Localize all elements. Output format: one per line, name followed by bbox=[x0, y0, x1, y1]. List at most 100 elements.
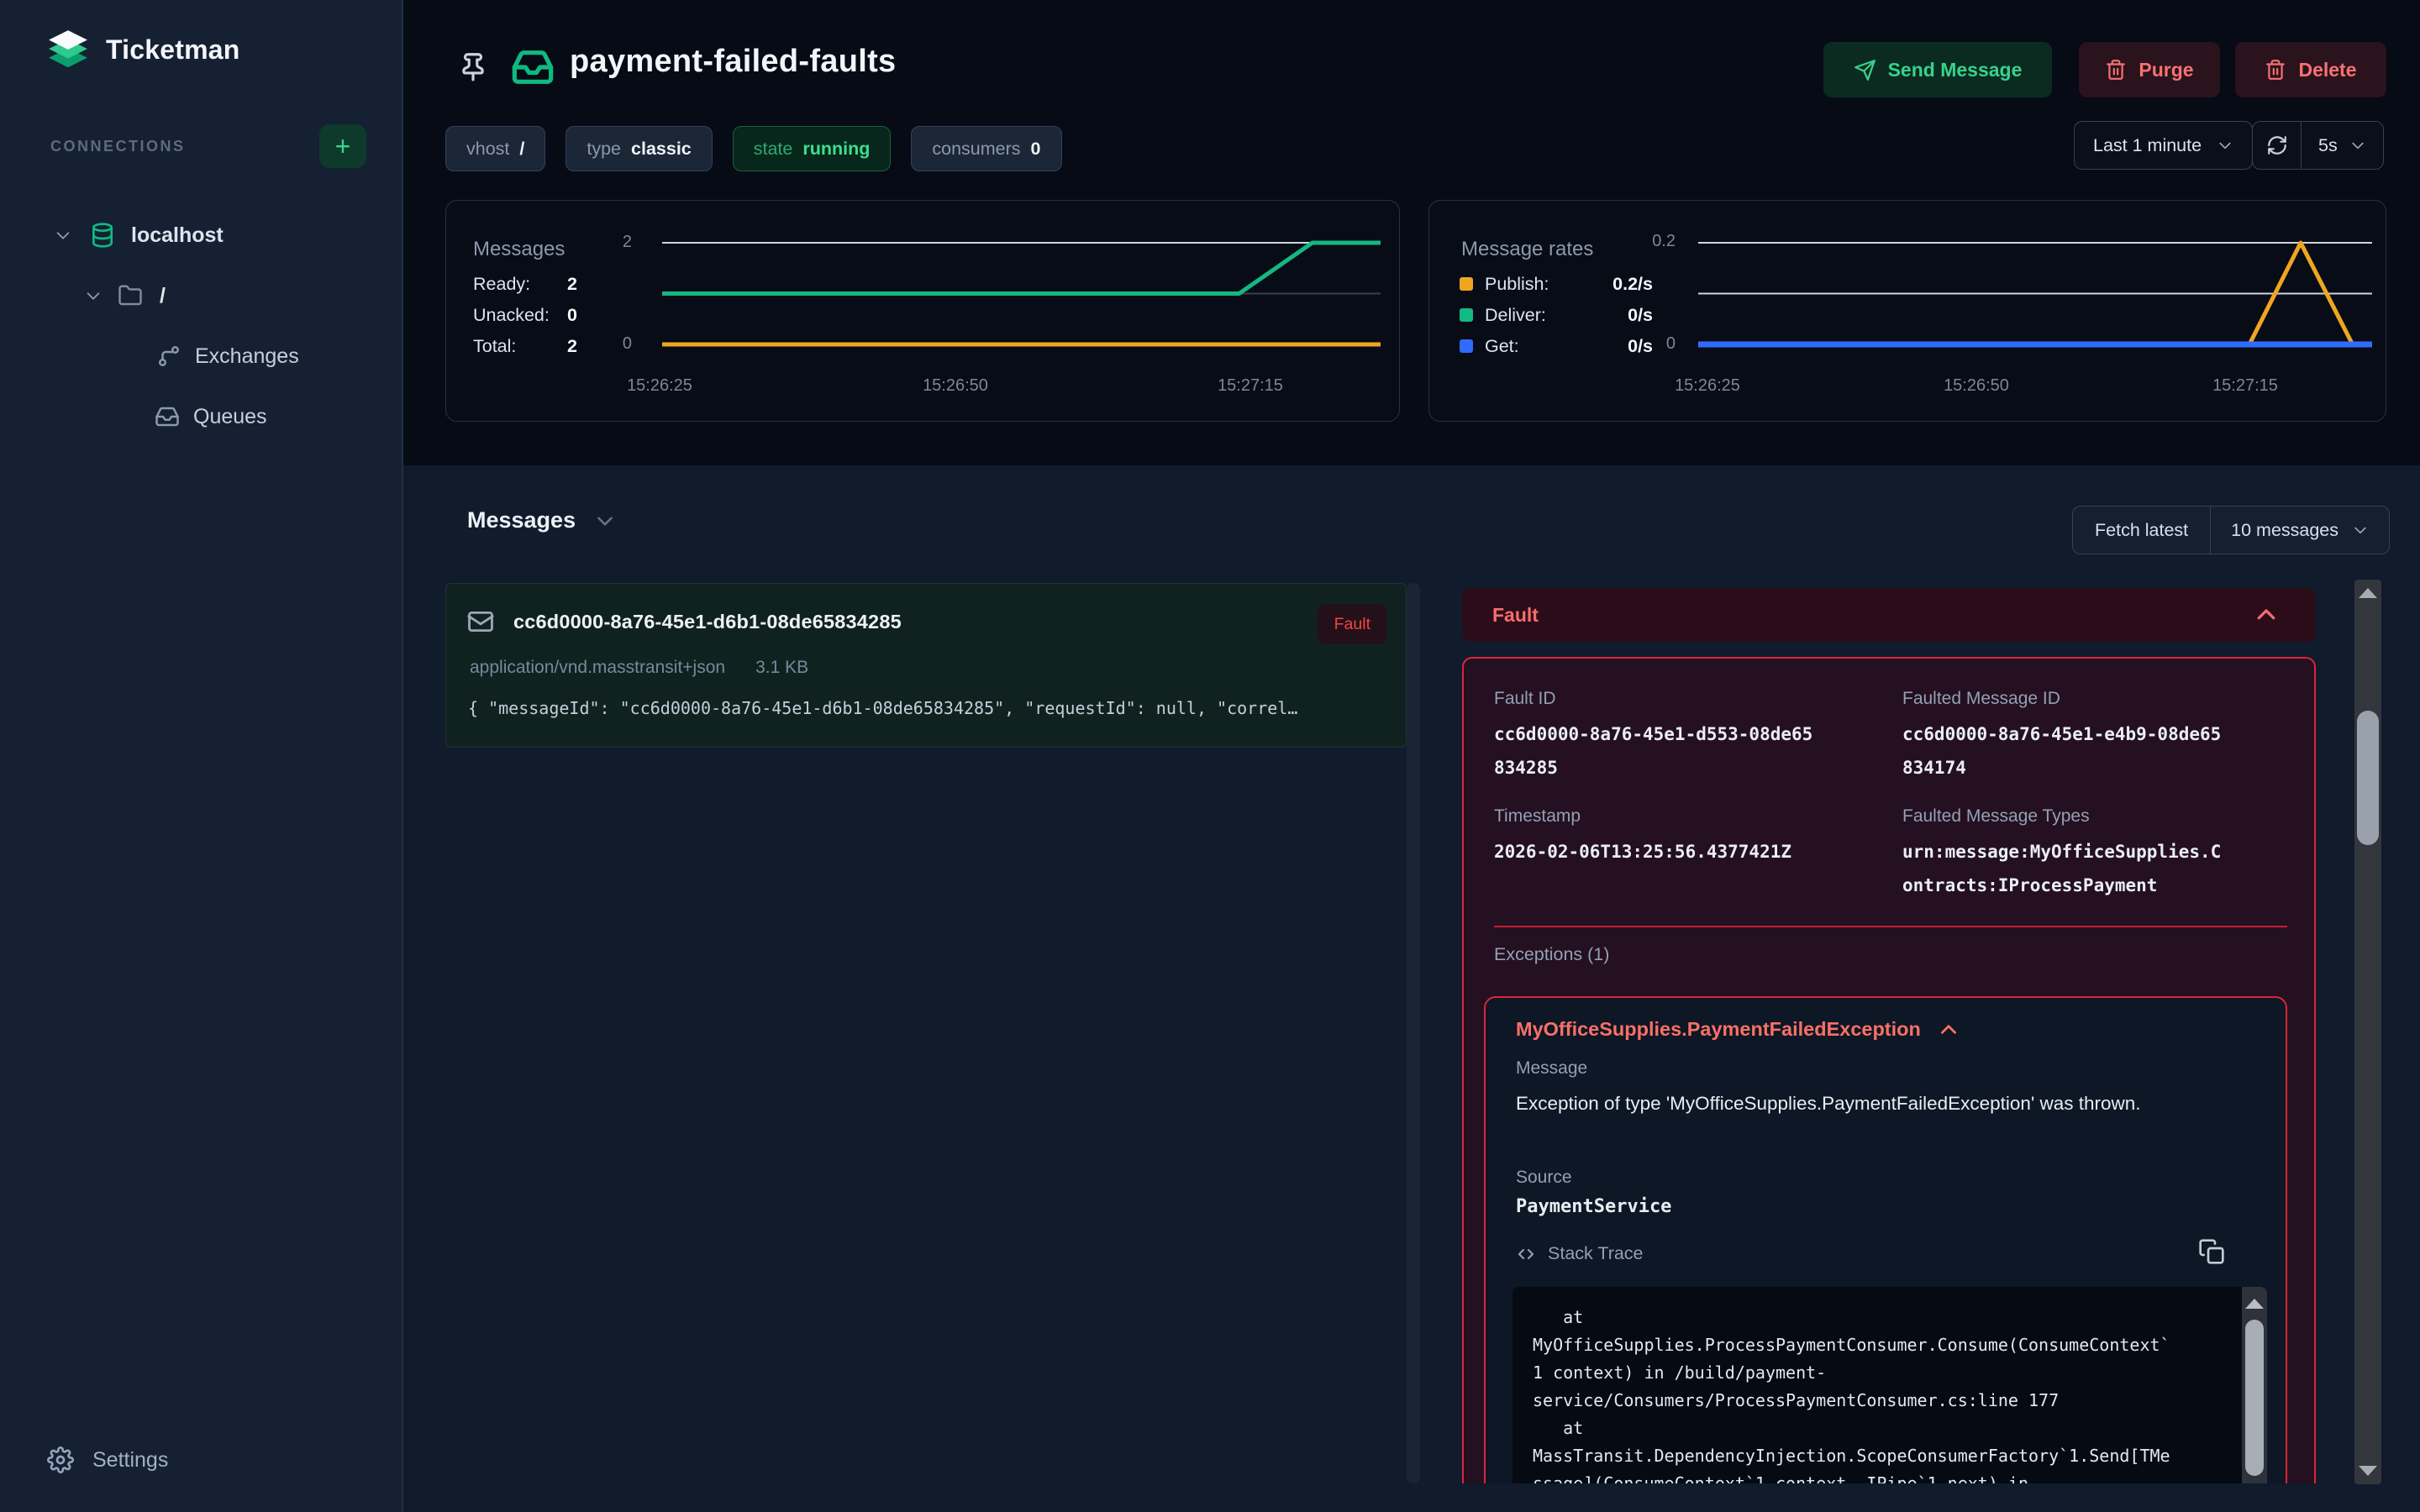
delete-label: Delete bbox=[2298, 59, 2356, 81]
fault-section-header[interactable]: Fault bbox=[1462, 588, 2316, 642]
refresh-button[interactable] bbox=[2253, 122, 2302, 169]
message-content-type: application/vnd.masstransit+json bbox=[470, 658, 725, 678]
time-range-value: Last 1 minute bbox=[2093, 135, 2202, 156]
settings-label: Settings bbox=[92, 1448, 168, 1473]
y-axis-tick: 0 bbox=[1623, 334, 1676, 354]
x-axis-tick: 15:27:15 bbox=[1196, 376, 1305, 396]
stat-ready: Ready: 2 bbox=[473, 271, 577, 297]
x-axis-tick: 15:26:25 bbox=[605, 376, 714, 396]
fault-panel-scrollbar[interactable] bbox=[2354, 580, 2381, 1484]
message-body-preview: { "messageId": "cc6d0000-8a76-45e1-d6b1-… bbox=[468, 698, 1386, 718]
stack-trace-scrollbar[interactable] bbox=[2242, 1287, 2267, 1483]
send-message-label: Send Message bbox=[1888, 59, 2023, 81]
badge-value: 0 bbox=[1031, 139, 1041, 160]
refresh-icon bbox=[2266, 134, 2288, 156]
copy-stack-trace-button[interactable] bbox=[2193, 1233, 2230, 1270]
message-id-row: cc6d0000-8a76-45e1-d6b1-08de65834285 bbox=[466, 607, 1387, 636]
fetch-latest-button[interactable]: Fetch latest bbox=[2073, 507, 2211, 554]
fetch-control: Fetch latest 10 messages bbox=[2072, 506, 2390, 554]
sidebar-item-exchanges[interactable]: Exchanges bbox=[156, 333, 299, 380]
badge-state: state running bbox=[733, 126, 892, 171]
sidebar-item-queues[interactable]: Queues bbox=[155, 393, 267, 440]
send-icon bbox=[1854, 59, 1876, 81]
x-axis-tick: 15:26:50 bbox=[901, 376, 1010, 396]
chevron-down-icon bbox=[2217, 137, 2233, 154]
purge-button[interactable]: Purge bbox=[2079, 42, 2220, 97]
exception-card: MyOfficeSupplies.PaymentFailedException … bbox=[1484, 996, 2287, 1483]
queue-badges: vhost / type classic state running consu… bbox=[445, 126, 1062, 171]
faulted-message-types-value: urn:message:MyOfficeSupplies.Contracts:I… bbox=[1902, 835, 2223, 902]
badge-consumers: consumers 0 bbox=[911, 126, 1061, 171]
send-message-button[interactable]: Send Message bbox=[1823, 42, 2052, 97]
exception-source: PaymentService bbox=[1516, 1196, 1671, 1217]
pin-icon[interactable] bbox=[457, 50, 489, 82]
chevron-down-icon bbox=[594, 510, 616, 532]
fault-id-label: Fault ID bbox=[1494, 689, 1556, 709]
badge-label: state bbox=[754, 139, 793, 160]
fault-card-divider bbox=[1494, 926, 2287, 927]
stat-label: Ready: bbox=[473, 274, 567, 295]
trash-icon bbox=[2265, 59, 2286, 81]
add-connection-button[interactable]: + bbox=[319, 124, 366, 168]
x-axis-tick: 15:26:25 bbox=[1653, 376, 1762, 396]
legend-swatch bbox=[1460, 308, 1473, 322]
app-title: Ticketman bbox=[106, 34, 240, 66]
delete-button[interactable]: Delete bbox=[2235, 42, 2386, 97]
legend-swatch bbox=[1460, 339, 1473, 353]
message-list-item[interactable]: cc6d0000-8a76-45e1-d6b1-08de65834285 Fau… bbox=[445, 583, 1407, 748]
chevron-down-icon bbox=[84, 286, 103, 305]
badge-value: running bbox=[802, 139, 870, 160]
stat-label: Total: bbox=[473, 336, 567, 357]
sidebar: Ticketman CONNECTIONS + localhost / Exch… bbox=[0, 0, 403, 1512]
stat-total: Total: 2 bbox=[473, 333, 577, 359]
badge-vhost: vhost / bbox=[445, 126, 545, 171]
page-title: payment-failed-faults bbox=[570, 44, 896, 80]
fault-details-card: Fault ID cc6d0000-8a76-45e1-d553-08de658… bbox=[1462, 657, 2316, 1483]
time-range-select[interactable]: Last 1 minute bbox=[2074, 121, 2253, 170]
sidebar-item-vhost[interactable]: / bbox=[84, 272, 166, 319]
messages-heading[interactable]: Messages bbox=[467, 507, 616, 533]
message-id: cc6d0000-8a76-45e1-d6b1-08de65834285 bbox=[513, 611, 902, 633]
scroll-up-arrow-icon[interactable] bbox=[2245, 1299, 2264, 1309]
stat-label: Unacked: bbox=[473, 305, 567, 326]
stat-value: 0 bbox=[567, 305, 577, 326]
mail-icon bbox=[466, 607, 495, 636]
badge-value: classic bbox=[631, 139, 692, 160]
trash-icon bbox=[2105, 59, 2127, 81]
chevron-down-icon bbox=[2352, 522, 2369, 538]
chart-title: Message rates bbox=[1461, 238, 1593, 261]
legend-publish: Publish: 0.2/s bbox=[1460, 271, 1653, 297]
scroll-down-arrow-icon[interactable] bbox=[2359, 1466, 2377, 1476]
sidebar-item-label: Queues bbox=[193, 405, 267, 429]
legend-label: Get: bbox=[1485, 336, 1577, 357]
gear-icon bbox=[47, 1446, 74, 1473]
message-list-scrollbar[interactable] bbox=[1407, 583, 1420, 1483]
app-logo: Ticketman bbox=[47, 29, 240, 71]
badge-label: vhost bbox=[466, 139, 509, 160]
y-axis-tick: 2 bbox=[580, 233, 632, 252]
exception-message-label: Message bbox=[1516, 1058, 1587, 1079]
stack-trace-label: Stack Trace bbox=[1548, 1243, 1644, 1264]
legend-swatch bbox=[1460, 277, 1473, 291]
scrollbar-thumb[interactable] bbox=[2245, 1320, 2264, 1476]
stat-value: 2 bbox=[567, 336, 577, 357]
scroll-up-arrow-icon[interactable] bbox=[2359, 588, 2377, 598]
sidebar-item-settings[interactable]: Settings bbox=[47, 1446, 168, 1473]
sidebar-item-localhost[interactable]: localhost bbox=[54, 212, 224, 259]
exception-header[interactable]: MyOfficeSupplies.PaymentFailedException bbox=[1516, 1018, 1960, 1041]
exception-type: MyOfficeSupplies.PaymentFailedException bbox=[1516, 1018, 1921, 1041]
refresh-interval-value: 5s bbox=[2318, 135, 2338, 156]
connections-header: CONNECTIONS + bbox=[50, 124, 366, 168]
refresh-interval-select[interactable]: 5s bbox=[2302, 135, 2383, 156]
sidebar-item-label: Exchanges bbox=[195, 344, 299, 369]
folder-icon bbox=[118, 283, 143, 308]
scrollbar-thumb[interactable] bbox=[2357, 711, 2379, 845]
fetch-count-select[interactable]: 10 messages bbox=[2211, 520, 2389, 541]
chevron-down-icon bbox=[54, 226, 72, 244]
timestamp-value: 2026-02-06T13:25:56.4377421Z bbox=[1494, 835, 1815, 869]
layers-logo-icon bbox=[47, 29, 89, 71]
refresh-interval-control[interactable]: 5s bbox=[2252, 121, 2384, 170]
stack-trace-header: Stack Trace bbox=[1516, 1243, 1644, 1264]
badge-label: type bbox=[587, 139, 621, 160]
fetch-count-value: 10 messages bbox=[2231, 520, 2338, 541]
